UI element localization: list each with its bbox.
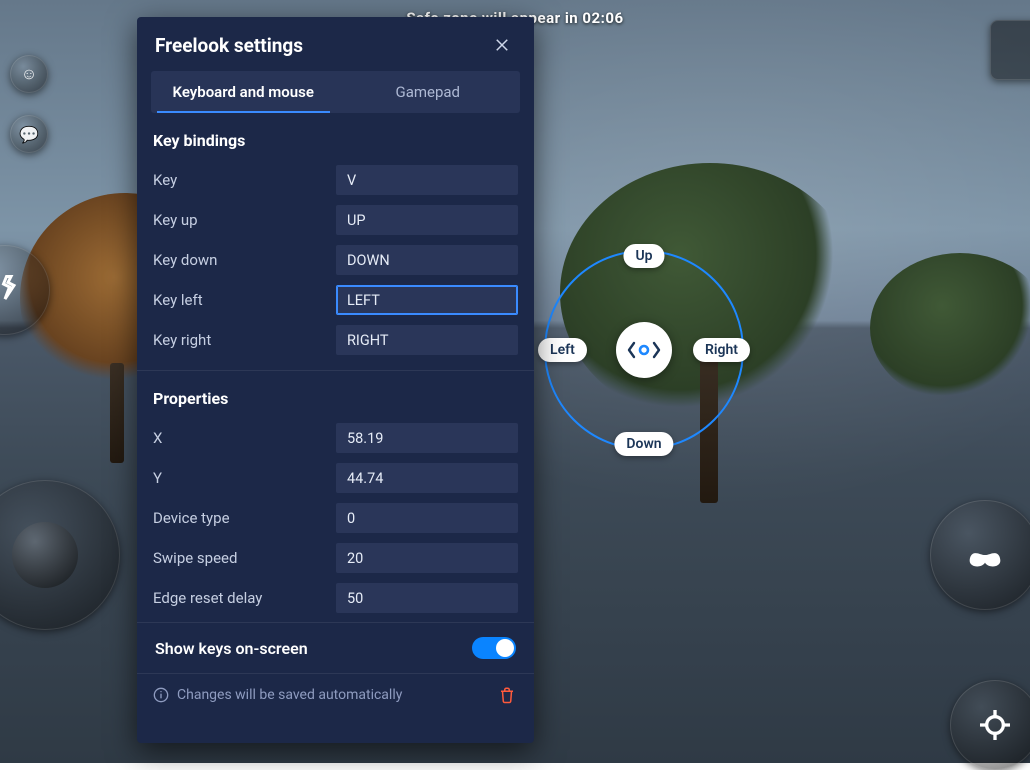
section-key-bindings: Key bindings Key V Key up UP Key down DO… — [137, 113, 534, 364]
delete-button[interactable] — [496, 684, 518, 706]
binding-row-key-left: Key left LEFT — [153, 280, 518, 320]
property-field-edge-reset-delay[interactable]: 50 — [336, 583, 518, 613]
property-field-device-type[interactable]: 0 — [336, 503, 518, 533]
property-label: Device type — [153, 509, 326, 527]
property-row-swipe-speed: Swipe speed 20 — [153, 538, 518, 578]
binding-field-key-right[interactable]: RIGHT — [336, 325, 518, 355]
tabs: Keyboard and mouse Gamepad — [151, 71, 520, 113]
hud-aim-button[interactable] — [950, 680, 1030, 770]
binding-row-key-right: Key right RIGHT — [153, 320, 518, 360]
property-label: Edge reset delay — [153, 589, 326, 607]
show-keys-label: Show keys on-screen — [155, 639, 308, 658]
freelook-center-handle[interactable] — [616, 322, 672, 378]
binding-label: Key right — [153, 331, 326, 349]
property-field-swipe-speed[interactable]: 20 — [336, 543, 518, 573]
property-row-x: X 58.19 — [153, 418, 518, 458]
section-properties: Properties X 58.19 Y 44.74 Device type 0… — [137, 370, 534, 622]
hud-joystick-thumb[interactable] — [12, 522, 78, 588]
freelook-settings-panel: Freelook settings Keyboard and mouse Gam… — [137, 17, 534, 743]
panel-header: Freelook settings — [137, 17, 534, 67]
hud-chat-button[interactable]: 💬 — [10, 115, 48, 153]
property-row-y: Y 44.74 — [153, 458, 518, 498]
hud-attack-button[interactable] — [930, 500, 1030, 610]
property-label: X — [153, 429, 326, 447]
hud-emote-button[interactable]: ☺ — [10, 55, 48, 93]
binding-row-key-up: Key up UP — [153, 200, 518, 240]
tree-trunk — [110, 363, 124, 463]
property-row-device-type: Device type 0 — [153, 498, 518, 538]
property-label: Y — [153, 469, 326, 487]
footer-note: Changes will be saved automatically — [177, 687, 402, 703]
binding-field-key-down[interactable]: DOWN — [336, 245, 518, 275]
freelook-right-pill[interactable]: Right — [693, 338, 750, 362]
freelook-down-pill[interactable]: Down — [614, 432, 673, 456]
freelook-overlay[interactable]: Up Down Left Right — [544, 250, 744, 450]
info-icon — [153, 687, 169, 703]
close-button[interactable] — [488, 31, 516, 59]
binding-label: Key up — [153, 211, 326, 229]
binding-field-key[interactable]: V — [336, 165, 518, 195]
binding-field-key-left[interactable]: LEFT — [336, 285, 518, 315]
property-label: Swipe speed — [153, 549, 326, 567]
binding-label: Key left — [153, 291, 326, 309]
show-keys-row: Show keys on-screen — [137, 622, 534, 673]
hud-map[interactable] — [990, 20, 1030, 80]
close-icon — [493, 36, 511, 54]
tree-foliage — [870, 253, 1030, 403]
property-field-y[interactable]: 44.74 — [336, 463, 518, 493]
binding-row-key-down: Key down DOWN — [153, 240, 518, 280]
trash-icon — [498, 686, 516, 704]
tab-gamepad[interactable]: Gamepad — [336, 71, 521, 113]
binding-field-key-up[interactable]: UP — [336, 205, 518, 235]
freelook-left-pill[interactable]: Left — [538, 338, 587, 362]
panel-footer: Changes will be saved automatically — [137, 673, 534, 720]
section-title: Properties — [153, 389, 518, 408]
binding-label: Key — [153, 171, 326, 189]
tab-keyboard-mouse[interactable]: Keyboard and mouse — [151, 71, 336, 113]
property-field-x[interactable]: 58.19 — [336, 423, 518, 453]
section-title: Key bindings — [153, 131, 518, 150]
property-row-edge-reset-delay: Edge reset delay 50 — [153, 578, 518, 618]
freelook-up-pill[interactable]: Up — [623, 244, 664, 268]
show-keys-toggle[interactable] — [472, 637, 516, 659]
binding-label: Key down — [153, 251, 326, 269]
hud-joystick[interactable] — [0, 480, 120, 630]
panel-title: Freelook settings — [155, 34, 303, 57]
binding-row-key: Key V — [153, 160, 518, 200]
